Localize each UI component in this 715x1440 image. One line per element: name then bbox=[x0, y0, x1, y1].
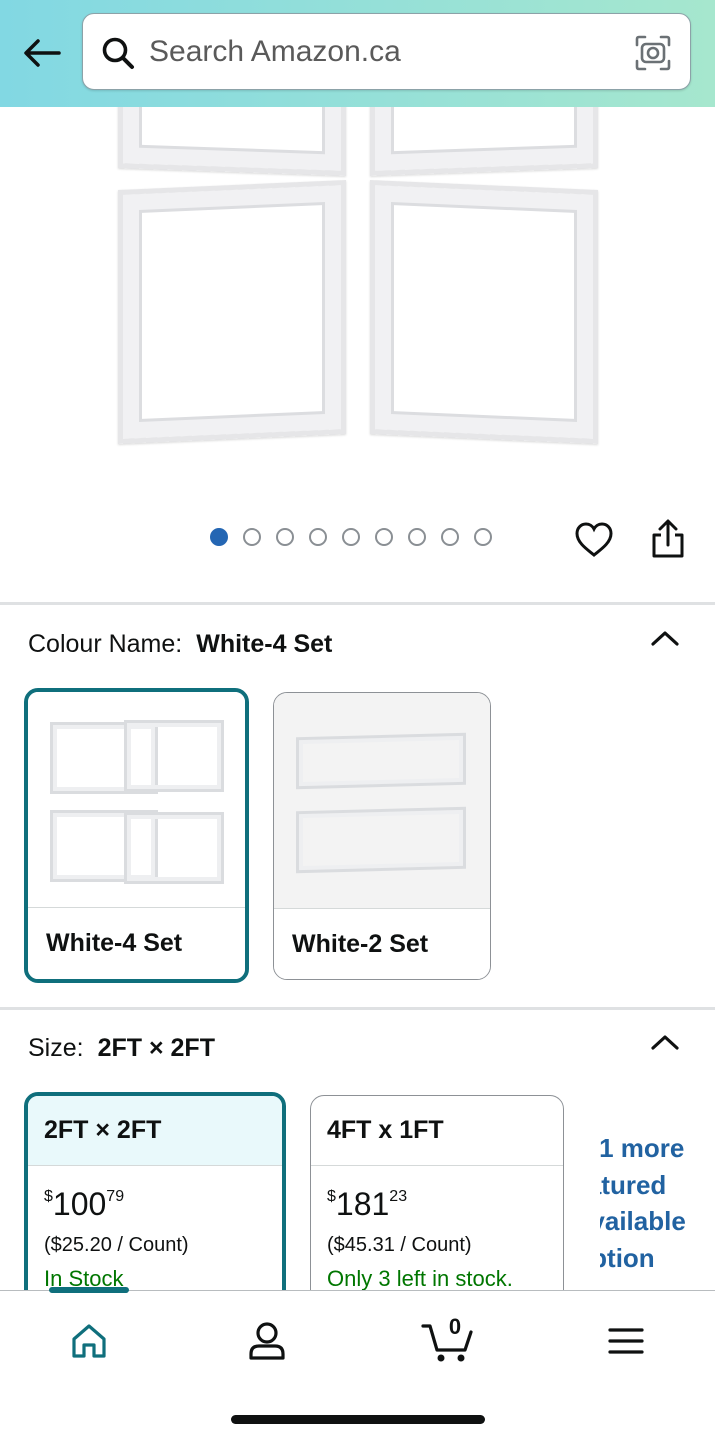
top-header bbox=[0, 0, 715, 107]
product-image[interactable] bbox=[0, 107, 715, 502]
share-icon[interactable] bbox=[648, 518, 688, 560]
pagination-dot[interactable] bbox=[309, 528, 327, 546]
size-selected-value: 2FT × 2FT bbox=[97, 1034, 215, 1062]
panel-frame-image bbox=[370, 180, 598, 444]
panel-frame-image bbox=[370, 107, 598, 176]
size-option-label: 2FT × 2FT bbox=[28, 1096, 282, 1166]
cart-count-badge: 0 bbox=[448, 1314, 462, 1339]
cart-icon-wrap: 0 bbox=[421, 1314, 475, 1364]
pagination-dot[interactable] bbox=[243, 528, 261, 546]
back-button[interactable] bbox=[18, 30, 64, 76]
frame-thumb-image bbox=[124, 720, 224, 792]
camera-lens-icon[interactable] bbox=[634, 34, 672, 72]
currency-symbol: $ bbox=[44, 1188, 53, 1205]
pagination-dot[interactable] bbox=[375, 528, 393, 546]
image-pagination bbox=[210, 528, 492, 548]
frame-thumb-image bbox=[296, 732, 466, 790]
price: $10079 bbox=[44, 1186, 124, 1223]
hamburger-menu-icon bbox=[608, 1328, 644, 1354]
chevron-up-icon[interactable] bbox=[650, 628, 680, 648]
search-icon bbox=[102, 37, 134, 69]
price-fraction: 79 bbox=[106, 1188, 125, 1205]
arrow-left-icon bbox=[24, 39, 61, 67]
size-option-label: 4FT x 1FT bbox=[311, 1096, 563, 1166]
nav-home[interactable] bbox=[59, 1311, 119, 1371]
price: $18123 bbox=[327, 1186, 407, 1223]
price-whole: 181 bbox=[335, 1186, 390, 1222]
search-bar[interactable] bbox=[82, 13, 691, 90]
swatch-thumbnail bbox=[274, 693, 490, 909]
colour-name-label: Colour Name: bbox=[28, 630, 183, 658]
pagination-dot[interactable] bbox=[276, 528, 294, 546]
section-divider bbox=[0, 602, 715, 605]
search-input[interactable] bbox=[149, 26, 619, 78]
nav-cart[interactable]: 0 bbox=[418, 1311, 478, 1371]
pagination-dot[interactable] bbox=[210, 528, 228, 546]
see-more-options-link[interactable]: See 1 more featured unavailable option bbox=[600, 1130, 715, 1280]
chevron-up-icon[interactable] bbox=[650, 1032, 680, 1052]
frame-thumb-image bbox=[296, 806, 466, 874]
panel-frame-image bbox=[118, 107, 346, 176]
home-indicator bbox=[231, 1415, 485, 1424]
nav-account[interactable] bbox=[237, 1311, 297, 1371]
colour-option-white-2-set[interactable]: White-2 Set bbox=[273, 692, 491, 980]
active-tab-indicator bbox=[49, 1287, 129, 1293]
heart-icon[interactable] bbox=[574, 520, 614, 560]
size-label: Size: 2FT × 2FT bbox=[28, 1034, 215, 1063]
swatch-thumbnail bbox=[28, 692, 245, 909]
colour-option-label: White-4 Set bbox=[28, 907, 245, 979]
price-per-count: ($25.20 / Count) bbox=[44, 1234, 189, 1256]
price-per-count: ($45.31 / Count) bbox=[327, 1234, 472, 1256]
pagination-dot[interactable] bbox=[342, 528, 360, 546]
colour-selected-value: White-4 Set bbox=[196, 630, 333, 658]
panel-frame-image bbox=[118, 180, 346, 444]
frame-thumb-image bbox=[124, 812, 224, 884]
pagination-dot[interactable] bbox=[408, 528, 426, 546]
see-more-text: See 1 more featured unavailable option bbox=[600, 1133, 686, 1273]
stock-status: Only 3 left in stock. bbox=[327, 1266, 513, 1291]
currency-symbol: $ bbox=[327, 1188, 336, 1205]
pagination-dot[interactable] bbox=[441, 528, 459, 546]
home-icon bbox=[72, 1324, 106, 1358]
person-icon bbox=[249, 1322, 285, 1360]
colour-option-label: White-2 Set bbox=[274, 908, 490, 979]
section-divider bbox=[0, 1007, 715, 1010]
pagination-dot[interactable] bbox=[474, 528, 492, 546]
colour-option-white-4-set[interactable]: White-4 Set bbox=[24, 688, 249, 983]
bottom-nav: 0 bbox=[0, 1287, 715, 1440]
nav-menu[interactable] bbox=[596, 1311, 656, 1371]
price-whole: 100 bbox=[52, 1186, 107, 1222]
colour-label: Colour Name: White-4 Set bbox=[28, 630, 332, 659]
size-name-label: Size: bbox=[28, 1034, 84, 1062]
price-fraction: 23 bbox=[389, 1188, 408, 1205]
